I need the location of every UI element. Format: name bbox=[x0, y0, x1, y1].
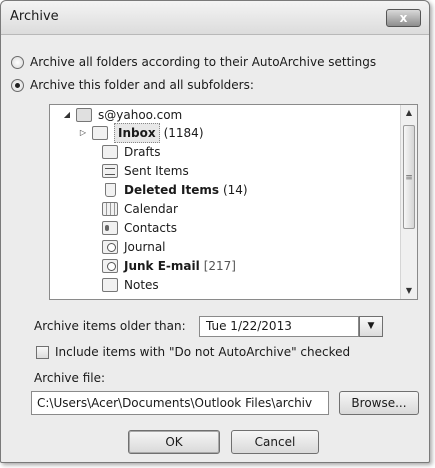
archive-this-radio[interactable] bbox=[11, 78, 24, 92]
drafts-icon bbox=[102, 145, 118, 159]
archive-file-label: Archive file: bbox=[34, 371, 106, 385]
expand-arrow-icon[interactable]: ▷ bbox=[78, 124, 88, 142]
folder-name: Inbox bbox=[114, 123, 160, 143]
archive-file-path-field[interactable]: C:\Users\Acer\Documents\Outlook Files\ar… bbox=[31, 391, 329, 415]
folder-name: Notes bbox=[124, 278, 159, 292]
archive-all-radio[interactable] bbox=[11, 55, 24, 69]
close-icon: x bbox=[399, 11, 408, 25]
tree-item-notes[interactable]: Notes bbox=[102, 276, 159, 294]
tree-item-account[interactable]: ◢ s@yahoo.com bbox=[62, 106, 182, 124]
date-dropdown-button[interactable]: ▼ bbox=[359, 316, 383, 337]
archive-this-option[interactable]: Archive this folder and all subfolders: bbox=[11, 78, 254, 92]
close-button[interactable]: x bbox=[386, 9, 421, 27]
scroll-down-arrow-icon[interactable]: ▼ bbox=[401, 283, 417, 299]
archive-this-label: Archive this folder and all subfolders: bbox=[30, 78, 254, 92]
tree-item-drafts[interactable]: Drafts bbox=[102, 143, 161, 161]
tree-item-junk-email[interactable]: Junk E-mail [217] bbox=[102, 257, 236, 275]
archive-dialog: Archive x Archive all folders according … bbox=[0, 0, 430, 463]
collapse-arrow-icon[interactable]: ◢ bbox=[62, 106, 72, 124]
title-bar: Archive x bbox=[1, 1, 429, 35]
folder-name: Calendar bbox=[124, 202, 178, 216]
include-checkbox-label: Include items with "Do not AutoArchive" … bbox=[55, 345, 351, 359]
account-label: s@yahoo.com bbox=[98, 108, 183, 122]
chevron-down-icon: ▼ bbox=[367, 321, 375, 331]
tree-item-calendar[interactable]: Calendar bbox=[102, 200, 178, 218]
sent-items-icon bbox=[102, 164, 118, 178]
ok-button[interactable]: OK bbox=[128, 430, 220, 454]
folder-name: Junk E-mail bbox=[124, 259, 200, 273]
tree-item-inbox[interactable]: ▷ Inbox (1184) bbox=[78, 123, 204, 143]
cancel-button[interactable]: Cancel bbox=[231, 430, 319, 454]
scroll-thumb[interactable]: ≡ bbox=[403, 125, 415, 229]
folder-count: (14) bbox=[222, 183, 248, 197]
folder-count: [217] bbox=[203, 259, 236, 273]
tree-item-sent-items[interactable]: Sent Items bbox=[102, 162, 189, 180]
browse-button[interactable]: Browse... bbox=[339, 391, 419, 415]
junk-icon bbox=[102, 259, 118, 273]
tree-item-journal[interactable]: Journal bbox=[102, 238, 166, 256]
tree-item-contacts[interactable]: Contacts bbox=[102, 219, 177, 237]
calendar-icon bbox=[102, 202, 118, 216]
folder-name: Drafts bbox=[124, 145, 161, 159]
folder-tree[interactable]: ◢ s@yahoo.com ▷ Inbox (1184) Drafts Sent… bbox=[49, 104, 418, 300]
include-do-not-autoarchive-checkbox[interactable] bbox=[36, 346, 49, 359]
folder-count: (1184) bbox=[163, 126, 204, 140]
archive-date-field[interactable]: Tue 1/22/2013 bbox=[199, 316, 359, 337]
folder-name: Sent Items bbox=[124, 164, 189, 178]
tree-scrollbar[interactable]: ▲ ≡ ▼ bbox=[400, 105, 417, 299]
mailbox-icon bbox=[76, 108, 92, 122]
journal-icon bbox=[102, 240, 118, 254]
contacts-icon bbox=[102, 221, 118, 235]
tree-item-deleted-items[interactable]: Deleted Items (14) bbox=[102, 181, 248, 199]
trash-icon bbox=[105, 183, 116, 197]
archive-older-label: Archive items older than: bbox=[34, 319, 186, 333]
folder-name: Contacts bbox=[124, 221, 177, 235]
dialog-title: Archive bbox=[10, 9, 59, 24]
archive-all-label: Archive all folders according to their A… bbox=[30, 55, 377, 69]
folder-name: Deleted Items bbox=[124, 183, 219, 197]
notes-icon bbox=[102, 278, 118, 292]
inbox-icon bbox=[92, 126, 108, 140]
archive-all-option[interactable]: Archive all folders according to their A… bbox=[11, 55, 376, 69]
scroll-up-arrow-icon[interactable]: ▲ bbox=[401, 105, 417, 121]
folder-name: Journal bbox=[124, 240, 166, 254]
